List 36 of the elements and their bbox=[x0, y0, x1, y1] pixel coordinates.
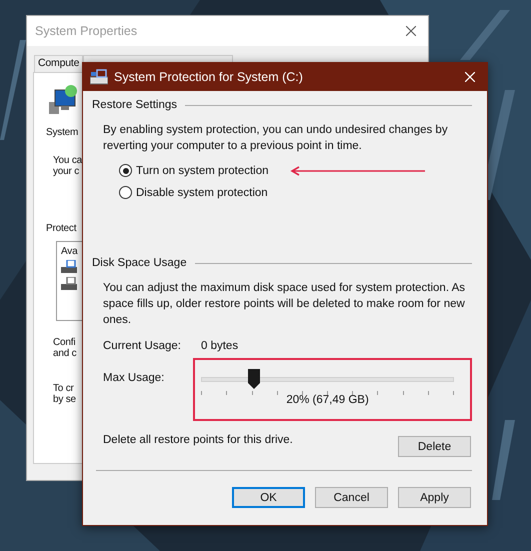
description-text: You ca bbox=[53, 155, 82, 166]
slider-value: 20% (67,49 GB) bbox=[285, 394, 370, 406]
tab[interactable]: Compute bbox=[34, 55, 84, 72]
radio-button[interactable] bbox=[119, 164, 132, 177]
usage-value: 0 bytes bbox=[201, 340, 238, 352]
section-label: System bbox=[46, 127, 78, 138]
radio-button[interactable] bbox=[119, 186, 132, 199]
description-text: You can adjust the maximum disk space used for system protection. As space fills up, older restore points will be deleted to make room for new ones. bbox=[103, 281, 465, 328]
section-label: Protect bbox=[46, 223, 76, 234]
description-text: your c bbox=[53, 166, 80, 177]
window-title: System Properties bbox=[35, 24, 138, 38]
column-header: Ava bbox=[61, 246, 79, 257]
description-text: By enabling system protection, you can undo undesired changes by reverting your computer to a previous point in time. bbox=[103, 123, 449, 154]
group-heading: Restore Settings bbox=[92, 99, 178, 111]
slider-thumb[interactable] bbox=[248, 369, 260, 389]
description-text: and c bbox=[53, 348, 76, 359]
description-text: Delete all restore points for this drive. bbox=[103, 434, 293, 446]
field-label: Current Usage: bbox=[103, 340, 182, 352]
arrow-icon bbox=[288, 166, 425, 176]
field-label: Max Usage: bbox=[103, 372, 166, 384]
dialog-button[interactable]: Cancel bbox=[315, 487, 388, 508]
radio-label[interactable]: Disable system protection bbox=[136, 186, 268, 198]
description-text: To cr bbox=[53, 383, 75, 394]
computer-icon bbox=[47, 84, 79, 116]
delete-button[interactable]: Delete bbox=[398, 436, 471, 457]
dialog-title: System Protection for System (C:) bbox=[114, 70, 304, 84]
dialog-button[interactable]: Apply bbox=[398, 487, 471, 508]
drive-icon bbox=[61, 260, 77, 274]
drive-icon bbox=[61, 277, 77, 291]
dialog-button[interactable]: OK bbox=[232, 487, 305, 508]
close-icon[interactable] bbox=[406, 26, 416, 36]
description-text: Confi bbox=[53, 337, 76, 348]
description-text: by se bbox=[53, 394, 76, 405]
slider[interactable] bbox=[201, 368, 454, 394]
drive-icon bbox=[90, 69, 108, 85]
radio-label[interactable]: Turn on system protection bbox=[136, 164, 269, 176]
